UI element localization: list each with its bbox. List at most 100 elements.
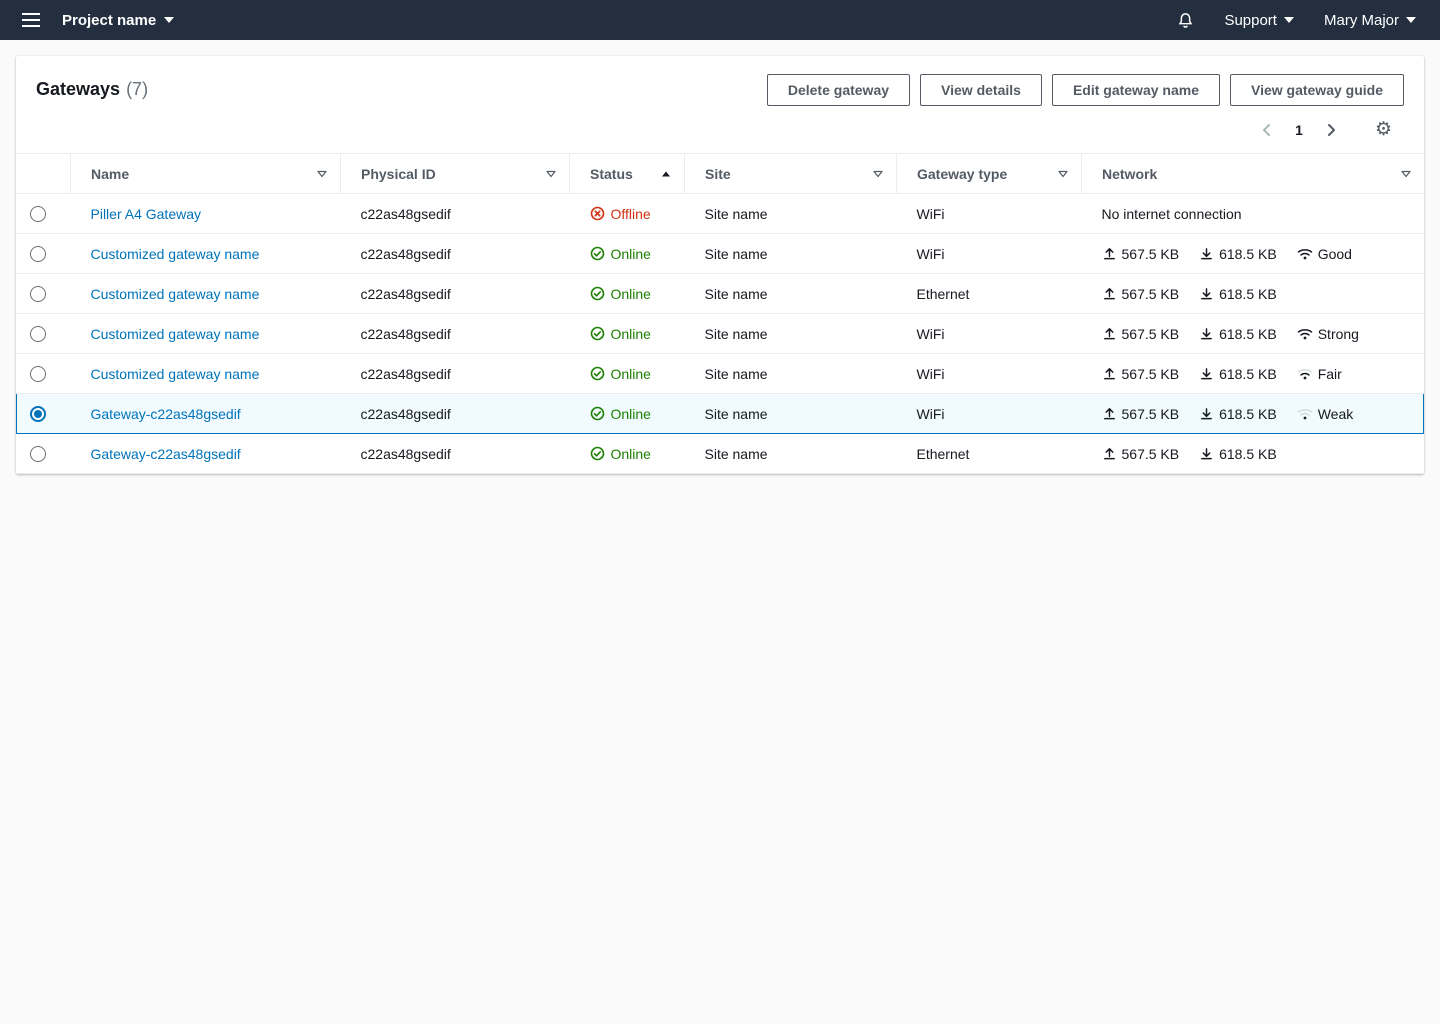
wifi-signal-icon — [1297, 367, 1313, 381]
row-select-radio[interactable] — [30, 326, 46, 342]
table-row[interactable]: Customized gateway name c22as48gsedif On… — [17, 314, 1424, 354]
menu-icon[interactable] — [14, 0, 48, 40]
row-select-radio[interactable] — [30, 366, 46, 382]
physical-id-header-label: Physical ID — [361, 166, 436, 182]
gateway-name-link[interactable]: Customized gateway name — [91, 286, 260, 302]
download-value: 618.5 KB — [1219, 406, 1277, 422]
column-header-network[interactable]: Network — [1082, 154, 1424, 194]
upload-value: 567.5 KB — [1122, 366, 1180, 382]
status-cell: Online — [570, 234, 685, 274]
table-row[interactable]: Customized gateway name c22as48gsedif On… — [17, 234, 1424, 274]
upload-icon — [1102, 246, 1117, 261]
download-value: 618.5 KB — [1219, 366, 1277, 382]
gateways-title: Gateways — [36, 79, 120, 100]
column-header-physical-id[interactable]: Physical ID — [341, 154, 570, 194]
network-cell: 567.5 KB 618.5 KB Strong — [1082, 314, 1424, 354]
table-row[interactable]: Customized gateway name c22as48gsedif On… — [17, 354, 1424, 394]
table-row-selected[interactable]: Gateway-c22as48gsedif c22as48gsedif Onli… — [17, 394, 1424, 434]
status-cell: Online — [570, 434, 685, 474]
settings-gear-icon[interactable]: ⚙︎ — [1375, 120, 1392, 139]
row-select-radio[interactable] — [30, 286, 46, 302]
column-header-name[interactable]: Name — [71, 154, 341, 194]
top-navigation-bar: Project name Support Mary Major — [0, 0, 1440, 40]
gateway-type-cell: WiFi — [897, 394, 1082, 434]
page-title: Gateways (7) — [36, 74, 148, 100]
filter-icon[interactable] — [1400, 168, 1412, 180]
gateway-name-link[interactable]: Gateway-c22as48gsedif — [91, 406, 241, 422]
gateway-name-link[interactable]: Gateway-c22as48gsedif — [91, 446, 241, 462]
next-page-button[interactable] — [1323, 122, 1339, 138]
upload-value: 567.5 KB — [1122, 446, 1180, 462]
view-details-button[interactable]: View details — [920, 74, 1042, 106]
chevron-down-icon — [164, 17, 174, 23]
gateway-name-link[interactable]: Customized gateway name — [91, 366, 260, 382]
upload-value: 567.5 KB — [1122, 326, 1180, 342]
gateway-name-cell: Customized gateway name — [71, 234, 341, 274]
upload-icon — [1102, 286, 1117, 301]
row-select-radio[interactable] — [30, 206, 46, 222]
gateway-name-link[interactable]: Customized gateway name — [91, 246, 260, 262]
online-status-icon — [590, 246, 605, 261]
gateway-name-link[interactable]: Customized gateway name — [91, 326, 260, 342]
upload-icon — [1102, 366, 1117, 381]
site-cell: Site name — [685, 234, 897, 274]
column-header-gateway-type[interactable]: Gateway type — [897, 154, 1082, 194]
status-text: Online — [611, 246, 651, 262]
current-page-number[interactable]: 1 — [1295, 122, 1303, 138]
status-text: Online — [611, 406, 651, 422]
project-name-menu[interactable]: Project name — [62, 12, 174, 29]
table-row[interactable]: Piller A4 Gateway c22as48gsedif Offline … — [17, 194, 1424, 234]
edit-gateway-name-button[interactable]: Edit gateway name — [1052, 74, 1220, 106]
physical-id-cell: c22as48gsedif — [341, 434, 570, 474]
download-icon — [1199, 446, 1214, 461]
row-select-radio[interactable] — [30, 246, 46, 262]
site-cell: Site name — [685, 274, 897, 314]
support-menu[interactable]: Support — [1224, 12, 1294, 29]
site-cell: Site name — [685, 314, 897, 354]
column-header-site[interactable]: Site — [685, 154, 897, 194]
filter-icon[interactable] — [1057, 168, 1069, 180]
table-row[interactable]: Gateway-c22as48gsedif c22as48gsedif Onli… — [17, 434, 1424, 474]
site-cell: Site name — [685, 354, 897, 394]
offline-status-icon — [590, 206, 605, 221]
notifications-button[interactable] — [1177, 12, 1194, 29]
filter-icon[interactable] — [545, 168, 557, 180]
status-text: Online — [611, 326, 651, 342]
online-status-icon — [590, 326, 605, 341]
upload-value: 567.5 KB — [1122, 246, 1180, 262]
download-icon — [1199, 406, 1214, 421]
table-header-row: Name Physical ID — [17, 154, 1424, 194]
user-menu[interactable]: Mary Major — [1324, 12, 1416, 29]
delete-gateway-button[interactable]: Delete gateway — [767, 74, 910, 106]
gateway-name-cell: Customized gateway name — [71, 354, 341, 394]
wifi-signal-icon — [1297, 247, 1313, 261]
download-icon — [1199, 366, 1214, 381]
site-header-label: Site — [705, 166, 731, 182]
previous-page-button[interactable] — [1259, 122, 1275, 138]
status-cell: Online — [570, 314, 685, 354]
view-gateway-guide-button[interactable]: View gateway guide — [1230, 74, 1404, 106]
filter-icon[interactable] — [316, 168, 328, 180]
gateway-type-cell: WiFi — [897, 314, 1082, 354]
row-select-radio-checked[interactable] — [30, 406, 46, 422]
status-header-label: Status — [590, 166, 633, 182]
gateway-name-link[interactable]: Piller A4 Gateway — [91, 206, 202, 222]
column-header-status[interactable]: Status — [570, 154, 685, 194]
table-row[interactable]: Customized gateway name c22as48gsedif On… — [17, 274, 1424, 314]
sort-ascending-icon[interactable] — [660, 168, 672, 180]
status-text: Offline — [611, 206, 651, 222]
gateway-type-cell: WiFi — [897, 354, 1082, 394]
status-cell: Offline — [570, 194, 685, 234]
status-text: Online — [611, 366, 651, 382]
download-value: 618.5 KB — [1219, 446, 1277, 462]
signal-strength-label: Strong — [1318, 326, 1359, 342]
gateway-type-cell: Ethernet — [897, 274, 1082, 314]
signal-strength-label: Good — [1318, 246, 1352, 262]
download-icon — [1199, 246, 1214, 261]
chevron-down-icon — [1284, 17, 1294, 23]
filter-icon[interactable] — [872, 168, 884, 180]
upload-icon — [1102, 446, 1117, 461]
physical-id-cell: c22as48gsedif — [341, 194, 570, 234]
gateways-card: Gateways (7) Delete gateway View details… — [16, 56, 1424, 474]
row-select-radio[interactable] — [30, 446, 46, 462]
